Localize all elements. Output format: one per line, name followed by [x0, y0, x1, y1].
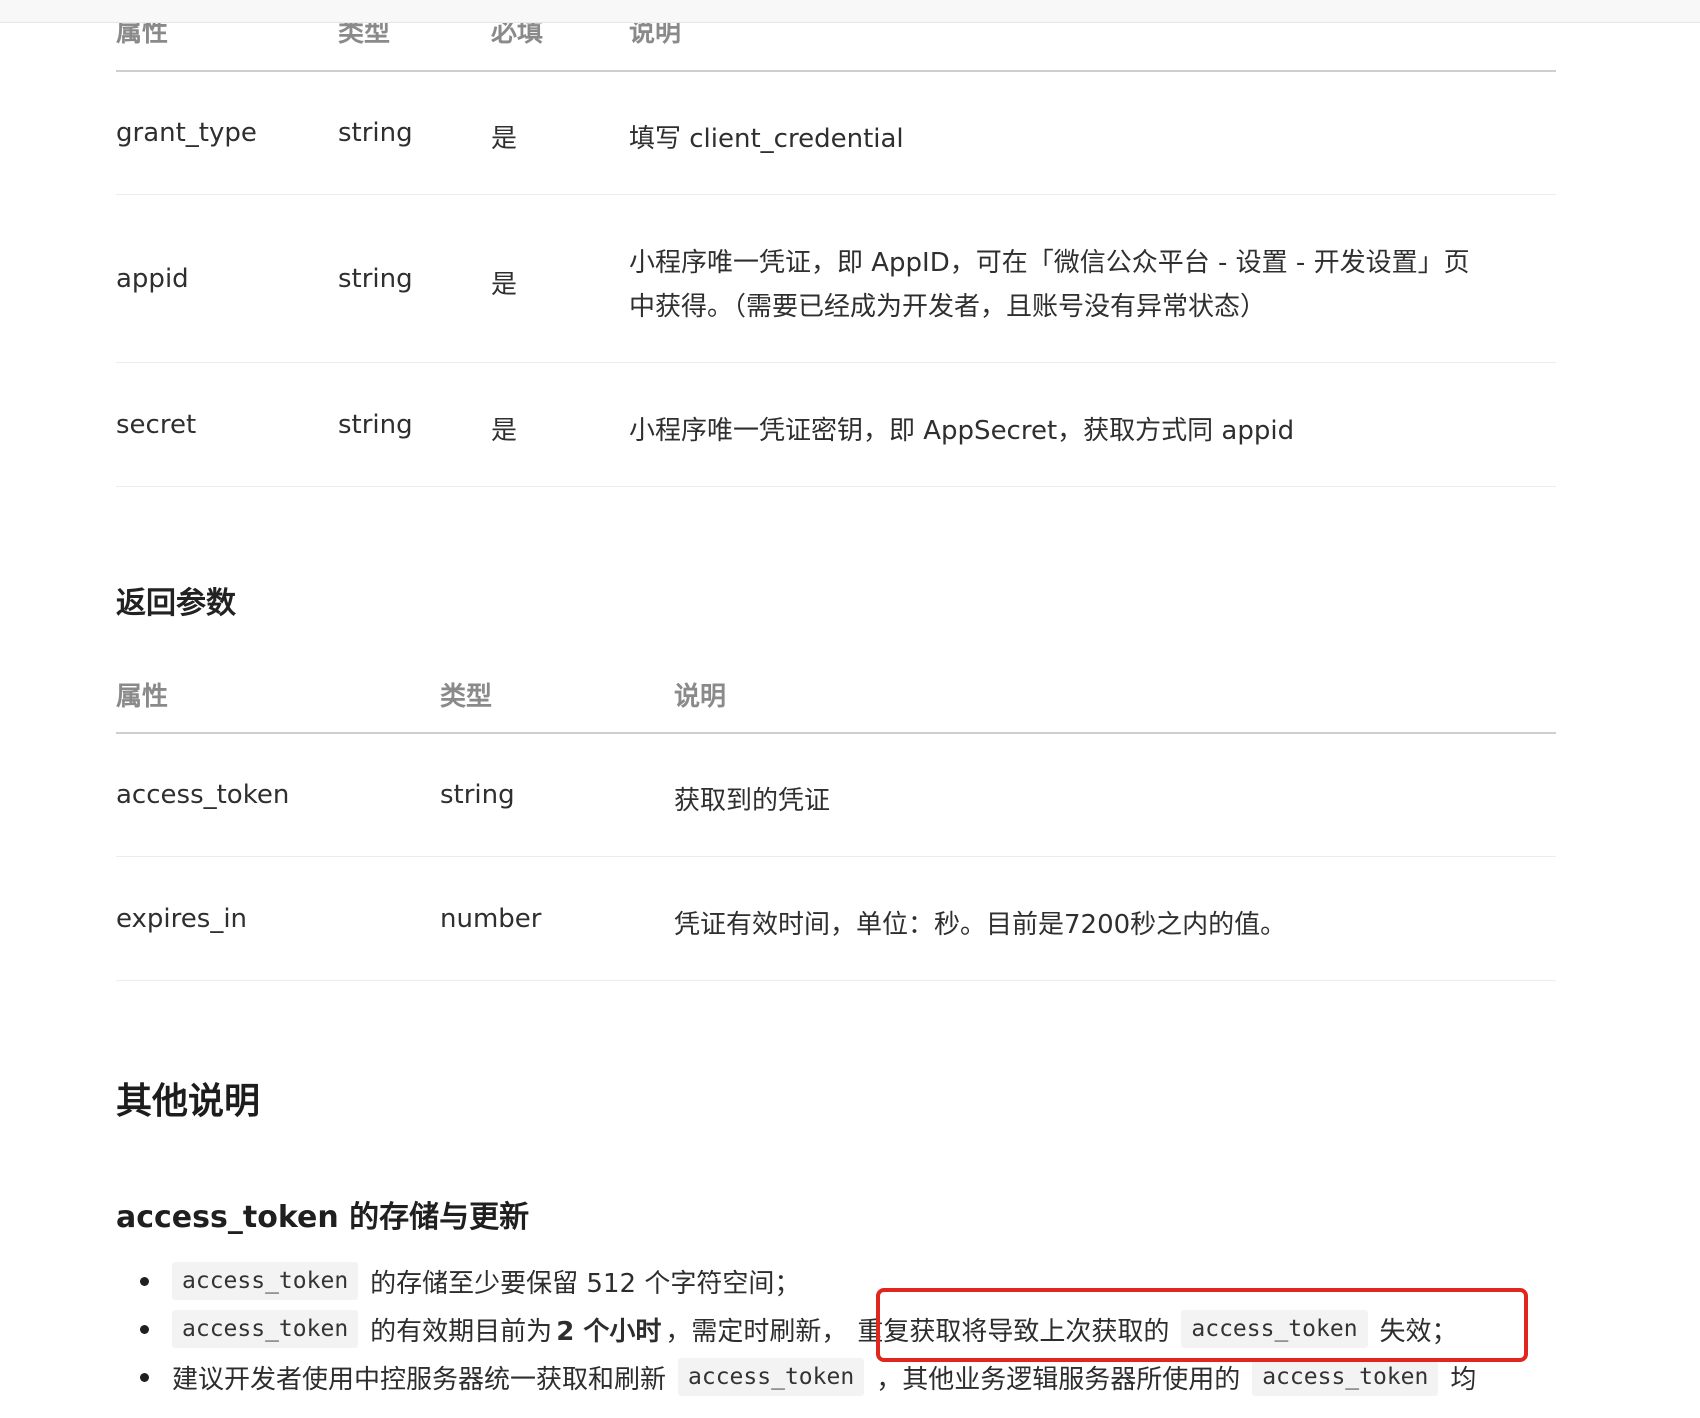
list-item-text: ，其他业务逻辑服务器所使用的 [876, 1364, 1241, 1395]
row-divider [116, 194, 1556, 195]
bullet-dot [140, 1325, 149, 1334]
list-item-text: 失效； [1379, 1316, 1458, 1347]
return-params-heading: 返回参数 [116, 586, 236, 621]
emphasis-text: 2 个小时 [556, 1316, 662, 1347]
return-name: access_token [116, 780, 290, 810]
col-header-type: 类型 [440, 682, 493, 712]
list-item-text: 均 [1450, 1364, 1477, 1395]
row-divider [116, 856, 1556, 857]
return-desc: 获取到的凭证 [674, 786, 831, 816]
return-type: number [440, 904, 542, 934]
param-name: grant_type [116, 118, 257, 148]
inline-code: access_token [678, 1358, 865, 1396]
list-item-text: 的存储至少要保留 512 个字符空间； [370, 1268, 801, 1299]
col-header-desc: 说明 [674, 682, 727, 712]
param-type: string [338, 118, 413, 148]
inline-code: access_token [1181, 1310, 1368, 1348]
param-required: 是 [491, 124, 518, 154]
col-header-attr: 属性 [116, 682, 169, 712]
row-divider [116, 362, 1556, 363]
other-notes-heading: 其他说明 [116, 1081, 261, 1122]
bullet-dot [140, 1373, 149, 1382]
param-desc: 填写 client_credential [629, 124, 904, 154]
param-name: secret [116, 410, 197, 440]
return-desc: 凭证有效时间，单位：秒。目前是7200秒之内的值。 [674, 910, 1287, 940]
bullet-dot [140, 1277, 149, 1286]
row-divider [116, 980, 1556, 981]
list-item-text: 建议开发者使用中控服务器统一获取和刷新 [172, 1364, 667, 1395]
top-toolbar-strip [0, 0, 1700, 23]
param-type: string [338, 264, 413, 294]
highlighted-text: 重复获取将导致上次获取的 [857, 1316, 1170, 1347]
param-desc-line2: 中获得。（需要已经成为开发者，且账号没有异常状态） [629, 292, 1267, 322]
storage-update-subheading: access_token 的存储与更新 [116, 1200, 530, 1235]
list-item-text: ，需定时刷新， [665, 1316, 848, 1347]
inline-code: access_token [172, 1262, 359, 1300]
return-type: string [440, 780, 515, 810]
return-name: expires_in [116, 904, 248, 934]
inline-code: access_token [172, 1310, 359, 1348]
table-header-divider [116, 732, 1556, 734]
list-item-text: 的有效期目前为 [370, 1316, 553, 1347]
table-header-divider [116, 70, 1556, 72]
param-type: string [338, 410, 413, 440]
inline-code: access_token [1252, 1358, 1439, 1396]
param-required: 是 [491, 416, 518, 446]
param-required: 是 [491, 270, 518, 300]
param-desc: 小程序唯一凭证密钥，即 AppSecret，获取方式同 appid [629, 416, 1295, 446]
row-divider [116, 486, 1556, 487]
param-name: appid [116, 264, 189, 294]
param-desc-line1: 小程序唯一凭证，即 AppID，可在「微信公众平台 - 设置 - 开发设置」页 [629, 248, 1470, 278]
